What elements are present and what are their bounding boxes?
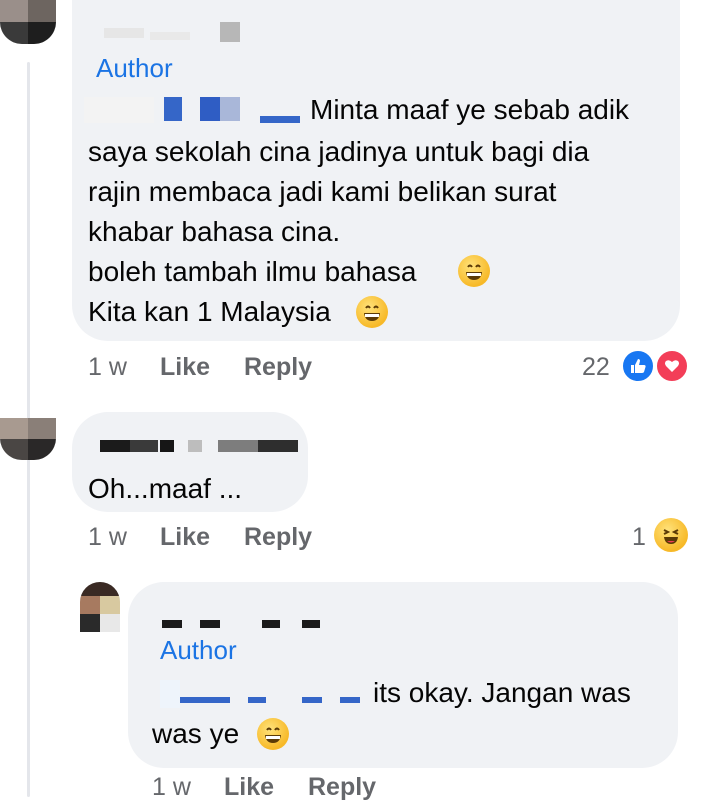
love-icon[interactable] <box>655 349 689 383</box>
comment-text: khabar bahasa cina. <box>88 216 341 247</box>
comment-text: Minta maaf ye sebab adik <box>310 94 630 125</box>
grinning-face-emoji <box>458 255 490 287</box>
like-button[interactable]: Like <box>224 775 274 800</box>
comment-bubble <box>72 0 680 341</box>
author-badge: Author <box>96 53 173 83</box>
redacted-mention <box>220 97 240 121</box>
redacted-name <box>262 620 280 628</box>
redacted-name <box>200 620 220 628</box>
comment-text: Oh...maaf ... <box>88 473 243 504</box>
comment-text: boleh tambah ilmu bahasa <box>88 256 417 287</box>
redacted-mention <box>84 97 154 123</box>
redacted-mention <box>180 697 230 703</box>
redacted-name <box>100 440 130 452</box>
redacted-mention <box>160 680 180 708</box>
redacted-name <box>220 22 240 42</box>
redacted-name <box>150 32 190 40</box>
redacted-mention <box>164 97 182 121</box>
comment-time[interactable]: 1 w <box>88 355 127 380</box>
redacted-name <box>188 440 202 452</box>
redacted-name <box>130 440 158 452</box>
grinning-face-emoji <box>257 718 289 750</box>
comment-time[interactable]: 1 w <box>152 775 191 800</box>
author-badge: Author <box>160 635 237 665</box>
reply-button[interactable]: Reply <box>244 525 312 550</box>
redacted-name <box>302 620 320 628</box>
grinning-face-emoji <box>356 296 388 328</box>
like-button[interactable]: Like <box>160 355 210 380</box>
redacted-mention <box>200 97 220 121</box>
like-icon[interactable] <box>621 349 655 383</box>
comment-text: saya sekolah cina jadinya untuk bagi dia <box>88 136 590 167</box>
reaction-count[interactable]: 1 <box>632 525 646 550</box>
redacted-name <box>218 440 258 452</box>
comment-text: was ye <box>152 718 240 749</box>
laughing-icon[interactable] <box>654 518 688 552</box>
redacted-mention <box>260 116 300 123</box>
comment-text: Kita kan 1 Malaysia <box>88 296 331 327</box>
avatar[interactable] <box>80 582 120 632</box>
reply-button[interactable]: Reply <box>308 775 376 800</box>
comment-time[interactable]: 1 w <box>88 525 127 550</box>
avatar[interactable] <box>0 418 56 460</box>
redacted-name <box>162 620 182 628</box>
comment-text: its okay. Jangan was <box>373 677 631 708</box>
like-button[interactable]: Like <box>160 525 210 550</box>
comment-text: rajin membaca jadi kami belikan surat <box>88 176 557 207</box>
redacted-mention <box>248 697 266 703</box>
redacted-name <box>160 440 174 452</box>
reaction-count[interactable]: 22 <box>582 355 610 380</box>
redacted-mention <box>302 697 322 703</box>
redacted-name <box>258 440 298 452</box>
reply-button[interactable]: Reply <box>244 355 312 380</box>
avatar[interactable] <box>0 0 56 44</box>
redacted-name <box>104 28 144 38</box>
redacted-mention <box>340 697 360 703</box>
